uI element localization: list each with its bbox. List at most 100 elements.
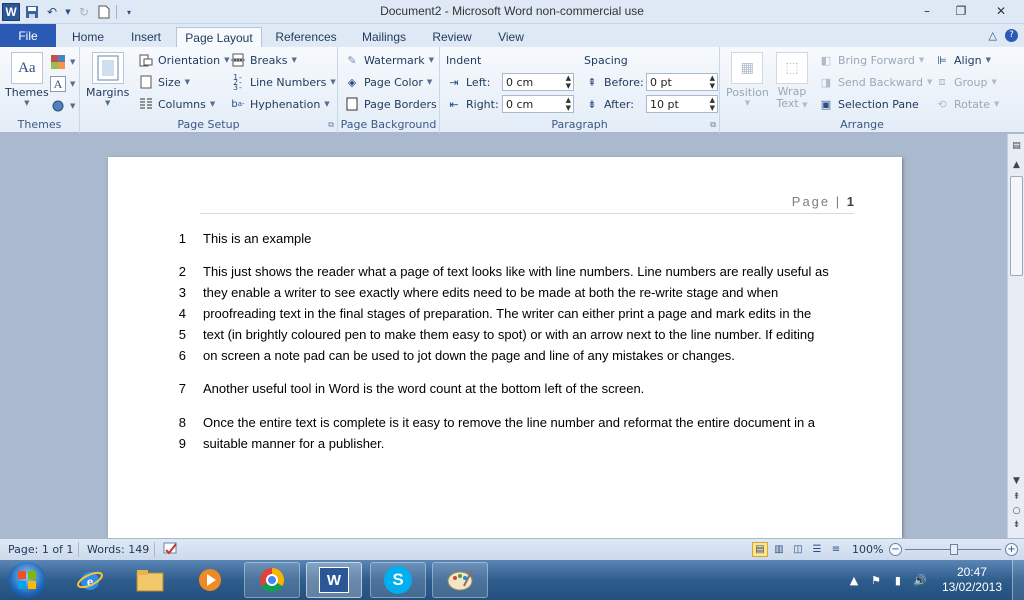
themes-button[interactable]: Aa Themes ▼ bbox=[5, 52, 49, 107]
indent-left-input[interactable]: 0 cm ▲ ▼ bbox=[502, 73, 574, 91]
line-number: 6 bbox=[178, 348, 186, 363]
spinner-arrows-icon[interactable]: ▲ ▼ bbox=[710, 74, 715, 90]
page-setup-dialog-launcher-icon[interactable]: ⧉ bbox=[328, 120, 334, 130]
volume-icon[interactable]: 🔊 bbox=[912, 574, 928, 587]
page-borders-button[interactable]: Page Borders bbox=[344, 94, 437, 114]
spacing-before-input[interactable]: 0 pt ▲ ▼ bbox=[646, 73, 718, 91]
size-label: Size bbox=[158, 75, 181, 89]
web-layout-view-icon[interactable]: ◫ bbox=[790, 542, 806, 557]
theme-colors-button[interactable]: ▼ bbox=[50, 52, 75, 72]
page-color-icon: ◈ bbox=[347, 75, 357, 89]
paragraph-dialog-launcher-icon[interactable]: ⧉ bbox=[710, 120, 716, 130]
theme-fonts-button[interactable]: A ▼ bbox=[50, 74, 75, 94]
position-button[interactable]: ▦ Position ▼ bbox=[726, 52, 769, 107]
page-color-label: Page Color bbox=[364, 75, 423, 89]
tab-mailings[interactable]: Mailings bbox=[352, 27, 416, 47]
tab-references[interactable]: References bbox=[268, 27, 344, 47]
size-button[interactable]: Size ▼ bbox=[138, 72, 190, 92]
show-desktop-button[interactable] bbox=[1012, 560, 1024, 600]
paint-icon[interactable] bbox=[432, 562, 488, 598]
start-button[interactable] bbox=[8, 562, 46, 598]
page-count-status[interactable]: Page: 1 of 1 bbox=[8, 543, 73, 556]
zoom-slider-thumb[interactable] bbox=[950, 544, 958, 555]
send-backward-label: Send Backward bbox=[838, 75, 923, 89]
group-button[interactable]: ⧈ Group ▼ bbox=[934, 72, 997, 92]
indent-left-value: 0 cm bbox=[506, 75, 534, 89]
spacing-after-input[interactable]: 10 pt ▲ ▼ bbox=[646, 95, 718, 113]
tab-view[interactable]: View bbox=[488, 27, 534, 47]
tab-page-layout[interactable]: Page Layout bbox=[176, 27, 262, 47]
proofing-icon[interactable] bbox=[162, 541, 180, 560]
chevron-down-icon: ▼ bbox=[926, 78, 933, 86]
network-icon[interactable]: ▮ bbox=[890, 574, 906, 587]
spinner-arrows-icon[interactable]: ▲ ▼ bbox=[710, 96, 715, 112]
orientation-button[interactable]: Orientation ▼ bbox=[138, 50, 230, 70]
media-player-icon[interactable] bbox=[182, 562, 238, 598]
previous-page-icon[interactable]: ⇞ bbox=[1010, 490, 1023, 504]
chrome-icon[interactable] bbox=[244, 562, 300, 598]
chevron-down-icon: ▼ bbox=[994, 100, 1000, 108]
chevron-down-icon: ▼ bbox=[291, 56, 297, 64]
restore-button[interactable]: ❐ bbox=[944, 0, 978, 22]
full-screen-reading-view-icon[interactable]: ▥ bbox=[771, 542, 787, 557]
page-header: Page | 1 bbox=[791, 194, 854, 209]
page-color-button[interactable]: ◈ Page Color ▼ bbox=[344, 72, 432, 92]
selection-pane-button[interactable]: ▣ Selection Pane bbox=[818, 94, 919, 114]
browse-object-icon[interactable]: ○ bbox=[1010, 504, 1023, 518]
show-hidden-icons-icon[interactable]: ▲ bbox=[846, 574, 862, 587]
help-icon[interactable]: ? bbox=[1005, 29, 1018, 42]
tab-file[interactable]: File bbox=[0, 24, 56, 47]
columns-button[interactable]: Columns ▼ bbox=[138, 94, 215, 114]
theme-effects-button[interactable]: ▼ bbox=[50, 96, 75, 116]
file-explorer-icon[interactable] bbox=[122, 562, 178, 598]
indent-left-label: ⇥ Left: bbox=[446, 72, 490, 92]
breaks-button[interactable]: Breaks ▼ bbox=[230, 50, 297, 70]
bring-forward-button[interactable]: ◧ Bring Forward ▼ bbox=[818, 50, 924, 70]
tab-review[interactable]: Review bbox=[424, 27, 480, 47]
hyphenation-button[interactable]: b a- Hyphenation ▼ bbox=[230, 94, 329, 114]
outline-view-icon[interactable]: ☰ bbox=[809, 542, 825, 557]
line-text: on screen a note pad can be used to jot … bbox=[203, 348, 735, 363]
tab-home[interactable]: Home bbox=[62, 27, 114, 47]
group-label: Group bbox=[954, 75, 988, 89]
tab-insert[interactable]: Insert bbox=[120, 27, 172, 47]
line-text: This is an example bbox=[203, 231, 312, 246]
ruler-toggle-icon[interactable]: ▤ bbox=[1010, 138, 1023, 154]
action-center-icon[interactable]: ⚑ bbox=[868, 574, 884, 587]
chevron-down-icon: ▼ bbox=[24, 99, 30, 107]
spinner-arrows-icon[interactable]: ▲ ▼ bbox=[566, 74, 571, 90]
scroll-down-icon[interactable]: ▼ bbox=[1010, 474, 1023, 488]
chevron-down-icon: ▼ bbox=[70, 80, 76, 88]
skype-icon[interactable]: S bbox=[370, 562, 426, 598]
minimize-button[interactable]: – bbox=[910, 0, 944, 22]
minimize-ribbon-icon[interactable]: △ bbox=[989, 29, 997, 42]
scroll-up-icon[interactable]: ▲ bbox=[1010, 158, 1023, 172]
watermark-button[interactable]: ✎ Watermark ▼ bbox=[344, 50, 434, 70]
word-icon[interactable]: W bbox=[306, 562, 362, 598]
zoom-level[interactable]: 100% bbox=[852, 543, 883, 556]
next-page-icon[interactable]: ⇟ bbox=[1010, 518, 1023, 532]
spinner-arrows-icon[interactable]: ▲ ▼ bbox=[566, 96, 571, 112]
rotate-button[interactable]: ⟲ Rotate ▼ bbox=[934, 94, 999, 114]
zoom-in-icon[interactable]: + bbox=[1005, 543, 1018, 556]
internet-explorer-icon[interactable]: e bbox=[62, 562, 118, 598]
line-text: Another useful tool in Word is the word … bbox=[203, 381, 645, 396]
align-button[interactable]: ⊫ Align ▼ bbox=[934, 50, 991, 70]
zoom-out-icon[interactable]: − bbox=[889, 543, 902, 556]
close-button[interactable]: ✕ bbox=[978, 0, 1024, 22]
print-layout-view-icon[interactable]: ▤ bbox=[752, 542, 768, 557]
columns-icon bbox=[138, 96, 154, 112]
orientation-icon bbox=[138, 52, 154, 68]
spacing-after-text: After: bbox=[604, 97, 634, 111]
line-numbers-button[interactable]: 1- 2- 3- Line Numbers ▼ bbox=[230, 72, 336, 92]
indent-right-input[interactable]: 0 cm ▲ ▼ bbox=[502, 95, 574, 113]
margins-button[interactable]: Margins ▼ bbox=[86, 52, 129, 107]
send-backward-button[interactable]: ◨ Send Backward ▼ bbox=[818, 72, 933, 92]
vertical-scrollbar[interactable]: ▤ ▲ ▼ ⇞ ○ ⇟ bbox=[1007, 134, 1024, 538]
draft-view-icon[interactable]: ≡ bbox=[828, 542, 844, 557]
wrap-text-button[interactable]: ⬚ Wrap Text ▼ bbox=[776, 52, 808, 111]
word-count-status[interactable]: Words: 149 bbox=[87, 543, 149, 556]
clock[interactable]: 20:47 13/02/2013 bbox=[942, 565, 1002, 595]
scrollbar-thumb[interactable] bbox=[1010, 176, 1023, 276]
document-page[interactable]: Page | 1 1 This is an example 2 This just … bbox=[108, 157, 902, 538]
